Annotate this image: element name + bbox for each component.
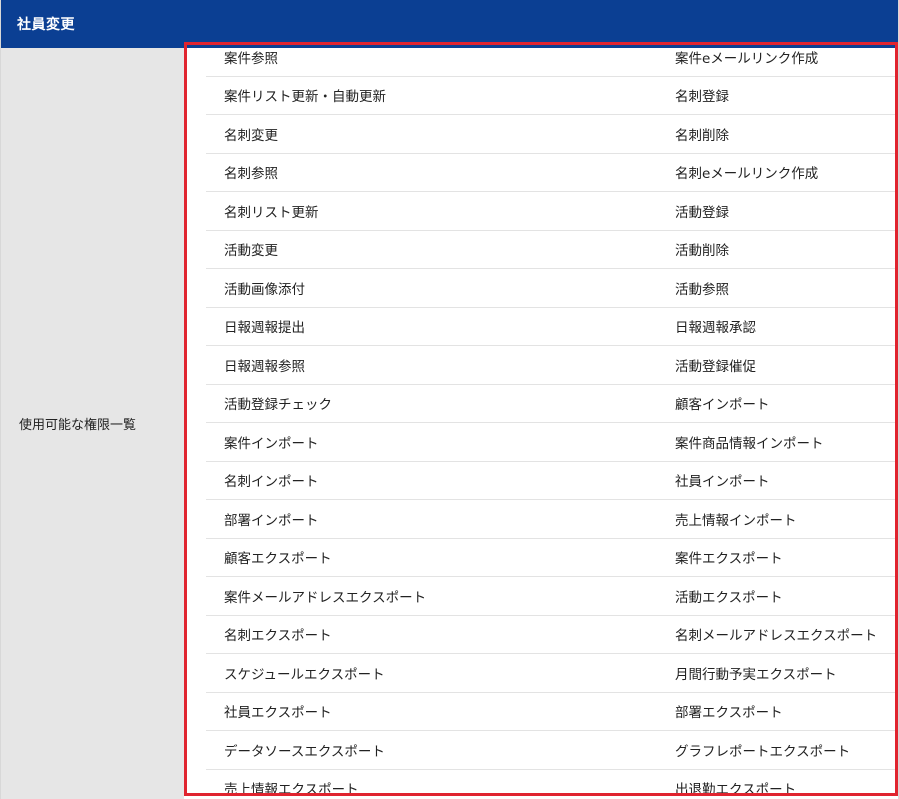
permission-item: 活動変更 [224,243,278,260]
permission-item: 顧客エクスポート [224,551,332,568]
permission-item: グラフレポートエクスポート [675,743,851,760]
permission-row: 案件参照 案件eメールリンク作成 [206,48,896,77]
permission-item: 活動参照 [675,281,729,298]
permission-row: スケジュールエクスポート 月間行動予実エクスポート [206,654,896,693]
permission-item: 名刺eメールリンク作成 [675,166,819,183]
permission-item: 名刺エクスポート [224,628,332,645]
permissions-list: 案件参照 案件eメールリンク作成 案件リスト更新・自動更新 名刺登録 名刺変更 名刺削除名… [206,48,896,799]
permission-item: 活動登録チェック [224,397,332,414]
permission-item: 顧客インポート [675,397,770,414]
section-header: 社員変更 [1,0,898,48]
permission-item: 名刺参照 [224,166,278,183]
permission-item: 名刺インポート [224,474,319,491]
permission-item: 部署インポート [224,512,319,529]
permission-item: 名刺変更 [224,127,278,144]
permission-row: 案件インポート 案件商品情報インポート [206,423,896,462]
permission-row: 名刺インポート 社員インポート [206,462,896,500]
permission-item: 案件インポート [224,435,319,452]
permissions-area: 案件参照 案件eメールリンク作成 案件リスト更新・自動更新 名刺登録 名刺変更 名刺削除名… [184,48,898,799]
permission-item: 活動登録 [675,204,729,221]
permission-item: 出退勤エクスポート [675,782,797,799]
permission-item: 名刺リスト更新 [224,204,319,221]
permission-row: 案件リスト更新・自動更新 名刺登録 [206,77,896,115]
permission-row: 活動画像添付 活動参照 [206,269,896,308]
permission-row: 案件メールアドレスエクスポート 活動エクスポート [206,577,896,616]
permission-item: 日報週報参照 [224,358,305,375]
permission-item: 活動削除 [675,243,729,260]
permission-row: 名刺変更 名刺削除 [206,115,896,154]
permission-row: データソースエクスポート グラフレポートエクスポート [206,731,896,770]
permission-item: 案件参照 [224,50,278,67]
permission-item: 名刺削除 [675,127,729,144]
permission-row: 売上情報エクスポート 出退勤エクスポート [206,770,896,799]
permission-item: 活動登録催促 [675,358,756,375]
permission-row: 社員エクスポート 部署エクスポート [206,693,896,731]
permission-item: 月間行動予実エクスポート [675,666,837,683]
permissions-label-cell: 使用可能な権限一覧 [1,48,184,799]
employee-edit-page: 社員変更 使用可能な権限一覧 案件参照 案件eメールリンク作成案件リスト更新・自動… [0,0,899,799]
section-title: 社員変更 [17,17,75,33]
permission-row: 活動登録チェック 顧客インポート [206,385,896,423]
permission-item: 案件eメールリンク作成 [675,50,819,67]
permission-item: 社員エクスポート [224,705,332,722]
permissions-label: 使用可能な権限一覧 [19,418,137,433]
permission-item: データソースエクスポート [224,743,385,760]
permission-item: スケジュールエクスポート [224,666,385,683]
permission-item: 名刺メールアドレスエクスポート [675,628,878,645]
permission-item: 売上情報エクスポート [224,782,359,799]
permission-item: 社員インポート [675,474,770,491]
permission-row: 日報週報提出 日報週報承認 [206,308,896,346]
permission-item: 案件リスト更新・自動更新 [224,89,386,106]
permission-item: 日報週報承認 [675,320,756,337]
permission-item: 部署エクスポート [675,705,783,722]
permission-row: 名刺エクスポート 名刺メールアドレスエクスポート [206,616,896,654]
permission-item: 売上情報インポート [675,512,797,529]
permission-item: 案件エクスポート [675,551,783,568]
permission-item: 活動画像添付 [224,281,305,298]
permission-item: 案件商品情報インポート [675,435,824,452]
permission-item: 案件メールアドレスエクスポート [224,589,427,606]
permission-row: 日報週報参照 活動登録催促 [206,346,896,385]
permission-row: 名刺参照 名刺eメールリンク作成 [206,154,896,192]
permission-row: 名刺リスト更新 活動登録 [206,192,896,231]
permission-row: 活動変更 活動削除 [206,231,896,269]
permission-item: 活動エクスポート [675,589,783,606]
permission-row: 顧客エクスポート 案件エクスポート [206,539,896,577]
permission-item: 名刺登録 [675,89,729,106]
permission-item: 日報週報提出 [224,320,305,337]
permission-row: 部署インポート 売上情報インポート [206,500,896,539]
